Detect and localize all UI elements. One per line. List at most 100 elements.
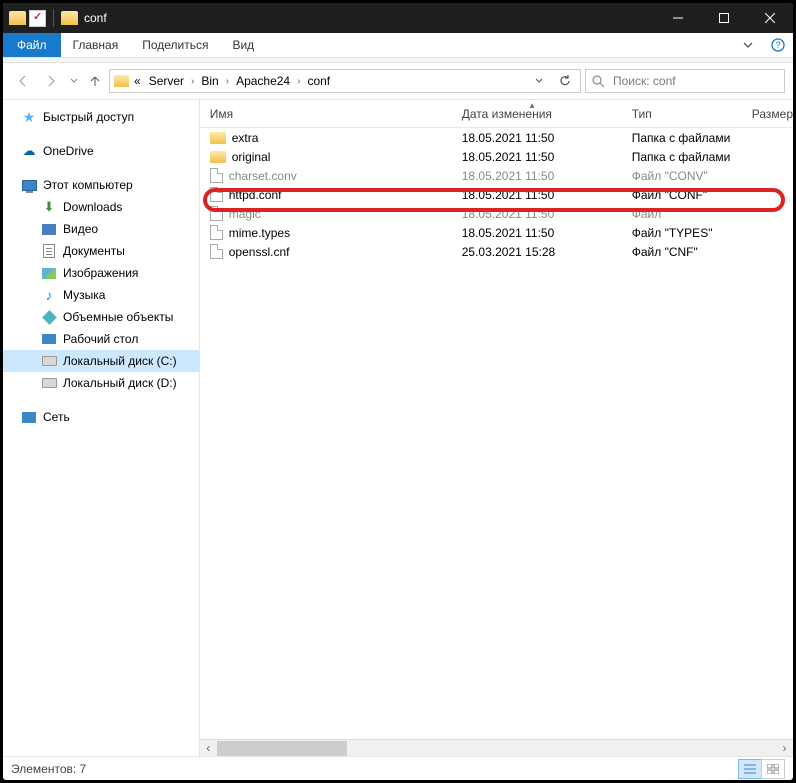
sidebar-documents[interactable]: Документы xyxy=(3,240,199,262)
ribbon-toggle-icon[interactable] xyxy=(733,33,763,57)
minimize-button[interactable] xyxy=(655,3,701,33)
sidebar-label: Документы xyxy=(63,244,125,258)
nav-up-button[interactable] xyxy=(85,74,105,88)
file-row[interactable]: charset.conv18.05.2021 11:50Файл "CONV" xyxy=(200,166,793,185)
breadcrumb-item[interactable]: Bin xyxy=(198,74,221,88)
file-type: Файл "CNF" xyxy=(632,245,752,259)
menu-file[interactable]: Файл xyxy=(3,33,61,57)
sidebar-disk-c[interactable]: Локальный диск (C:) xyxy=(3,350,199,372)
file-icon xyxy=(210,187,223,202)
file-type: Папка с файлами xyxy=(632,131,752,145)
file-list-area: Имя Дата изменения Тип Размер ▴ extra 18.… xyxy=(200,100,793,756)
properties-icon[interactable] xyxy=(29,10,46,27)
column-name[interactable]: Имя xyxy=(210,107,462,121)
file-list[interactable]: extra18.05.2021 11:50Папка с файламиorig… xyxy=(200,128,793,756)
chevron-right-icon[interactable]: › xyxy=(224,76,231,87)
pc-icon xyxy=(21,177,37,193)
window-controls xyxy=(655,3,793,33)
file-name-cell: httpd.conf xyxy=(210,187,462,202)
search-input[interactable]: Поиск: conf xyxy=(585,69,785,93)
sidebar-label: Downloads xyxy=(63,200,122,214)
breadcrumb-item[interactable]: Server xyxy=(146,74,187,88)
file-name: httpd.conf xyxy=(229,188,282,202)
file-name-cell: extra xyxy=(210,131,462,145)
sidebar-3d-objects[interactable]: Объемные объекты xyxy=(3,306,199,328)
scroll-left-icon[interactable]: ‹ xyxy=(200,740,217,757)
scroll-right-icon[interactable]: › xyxy=(776,740,793,757)
nav-forward-button[interactable] xyxy=(39,69,63,93)
folder-icon xyxy=(114,75,129,87)
scroll-thumb[interactable] xyxy=(217,741,347,756)
column-size[interactable]: Размер xyxy=(752,107,793,121)
search-placeholder: Поиск: conf xyxy=(613,74,778,88)
sidebar-desktop[interactable]: Рабочий стол xyxy=(3,328,199,350)
file-row[interactable]: openssl.cnf25.03.2021 15:28Файл "CNF" xyxy=(200,242,793,261)
sidebar-downloads[interactable]: ⬇Downloads xyxy=(3,196,199,218)
explorer-window: conf Файл Главная Поделиться Вид ? xyxy=(0,0,796,783)
file-date: 18.05.2021 11:50 xyxy=(462,226,632,240)
file-row[interactable]: magic18.05.2021 11:50Файл xyxy=(200,204,793,223)
file-date: 18.05.2021 11:50 xyxy=(462,207,632,221)
menu-share[interactable]: Поделиться xyxy=(130,33,220,57)
chevron-right-icon[interactable]: › xyxy=(295,76,302,87)
sidebar-label: Быстрый доступ xyxy=(43,110,134,124)
column-date[interactable]: Дата изменения xyxy=(462,107,632,121)
column-type[interactable]: Тип xyxy=(632,107,752,121)
view-details-button[interactable] xyxy=(738,759,762,779)
sidebar-label: Изображения xyxy=(63,266,138,280)
file-name: extra xyxy=(232,131,259,145)
separator xyxy=(53,9,54,27)
breadcrumb-item[interactable]: conf xyxy=(304,74,333,88)
nav-recent-button[interactable] xyxy=(67,69,81,93)
file-date: 18.05.2021 11:50 xyxy=(462,150,632,164)
cloud-icon: ☁ xyxy=(21,143,37,159)
file-row[interactable]: mime.types18.05.2021 11:50Файл "TYPES" xyxy=(200,223,793,242)
file-name: charset.conv xyxy=(229,169,297,183)
sidebar-label: Видео xyxy=(63,222,98,236)
breadcrumb-item[interactable]: Apache24 xyxy=(233,74,293,88)
chevron-right-icon[interactable]: › xyxy=(189,76,196,87)
file-row[interactable]: extra 18.05.2021 11:50Папка с файлами xyxy=(200,128,793,147)
desktop-icon xyxy=(41,331,57,347)
disk-icon xyxy=(41,353,57,369)
sidebar-label: Этот компьютер xyxy=(43,178,133,192)
sidebar-onedrive[interactable]: ☁OneDrive xyxy=(3,140,199,162)
maximize-button[interactable] xyxy=(701,3,747,33)
sidebar-network[interactable]: Сеть xyxy=(3,406,199,428)
sidebar-pictures[interactable]: Изображения xyxy=(3,262,199,284)
menu-home[interactable]: Главная xyxy=(61,33,131,57)
file-type: Файл "CONF" xyxy=(632,188,752,202)
sidebar-video[interactable]: Видео xyxy=(3,218,199,240)
picture-icon xyxy=(41,265,57,281)
help-icon[interactable]: ? xyxy=(763,33,793,57)
sidebar-this-pc[interactable]: Этот компьютер xyxy=(3,174,199,196)
breadcrumb-overflow[interactable]: « xyxy=(131,74,144,88)
sort-asc-icon: ▴ xyxy=(530,100,535,111)
address-dropdown-icon[interactable] xyxy=(528,70,550,92)
sidebar-music[interactable]: ♪Музыка xyxy=(3,284,199,306)
file-date: 18.05.2021 11:50 xyxy=(462,131,632,145)
document-icon xyxy=(41,243,57,259)
cube-icon xyxy=(41,309,57,325)
folder-icon xyxy=(210,151,226,163)
view-large-button[interactable] xyxy=(761,759,785,779)
folder-icon xyxy=(61,11,78,25)
network-icon xyxy=(21,409,37,425)
sidebar-quick-access[interactable]: ★ Быстрый доступ xyxy=(3,106,199,128)
refresh-icon[interactable] xyxy=(554,70,576,92)
address-box[interactable]: « Server › Bin › Apache24 › conf xyxy=(109,69,581,93)
close-button[interactable] xyxy=(747,3,793,33)
file-icon xyxy=(210,206,223,221)
star-icon: ★ xyxy=(21,109,37,125)
file-row[interactable]: httpd.conf18.05.2021 11:50Файл "CONF" xyxy=(200,185,793,204)
file-name: mime.types xyxy=(229,226,290,240)
horizontal-scrollbar[interactable]: ‹ › xyxy=(200,739,793,756)
file-icon xyxy=(210,244,223,259)
nav-back-button[interactable] xyxy=(11,69,35,93)
file-row[interactable]: original18.05.2021 11:50Папка с файлами xyxy=(200,147,793,166)
sidebar-label: Объемные объекты xyxy=(63,310,173,324)
addressbar: « Server › Bin › Apache24 › conf Поиск: … xyxy=(3,63,793,99)
sidebar-disk-d[interactable]: Локальный диск (D:) xyxy=(3,372,199,394)
menu-view[interactable]: Вид xyxy=(220,33,266,57)
statusbar: Элементов: 7 xyxy=(3,756,793,780)
